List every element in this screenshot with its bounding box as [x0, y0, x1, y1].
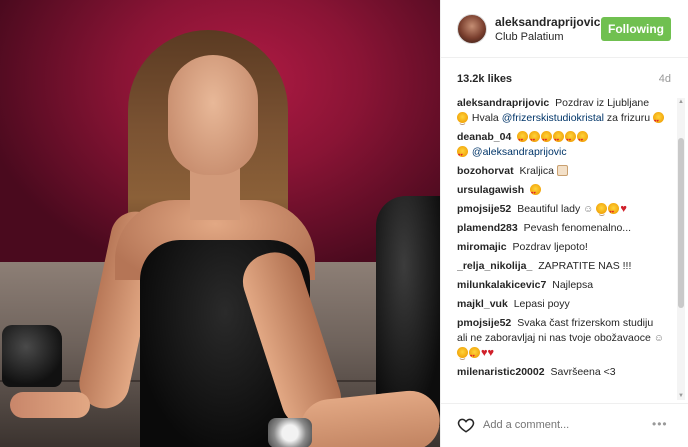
scroll-down-arrow-icon[interactable]: ▼	[677, 392, 685, 400]
heart-eyes-emoji-icon	[469, 347, 480, 363]
heart-icon: ♥	[620, 203, 627, 215]
comment-text: Hvala	[471, 112, 499, 124]
post-side-panel: aleksandraprijovic Club Palatium Followi…	[440, 0, 688, 447]
smiling-face-icon: ☺	[583, 204, 594, 215]
post-header: aleksandraprijovic Club Palatium Followi…	[441, 0, 688, 58]
heart-eyes-emoji-icon	[529, 131, 541, 147]
comment-author[interactable]: pmojsije52	[457, 317, 511, 329]
comment-author[interactable]: aleksandraprijovic	[457, 97, 549, 109]
comment-text: Savršeena <3	[550, 366, 616, 378]
photo-hand	[10, 392, 90, 418]
comment-item: majkl_vuk Lepasi poyy	[457, 297, 665, 312]
comment-item: plamend283 Pevash fenomenalno...	[457, 221, 665, 236]
comment-text: Pevash fenomenalno...	[523, 222, 632, 234]
comment-author[interactable]: milenaristic20002	[457, 366, 545, 378]
mention-link[interactable]: @frizerskistudiokristal	[502, 112, 604, 124]
heart-icon: ♥	[487, 347, 495, 359]
comment-text: za frizuru	[606, 112, 651, 124]
smiling-emoji-icon	[457, 347, 468, 365]
add-comment-input[interactable]	[483, 415, 643, 435]
winking-face-emoji-icon	[457, 112, 468, 130]
post-location[interactable]: Club Palatium	[495, 31, 563, 43]
post-photo[interactable]	[0, 0, 440, 447]
comment-author[interactable]: deanab_04	[457, 131, 511, 143]
comment-item: aleksandraprijovic Pozdrav iz Ljubljane …	[457, 96, 665, 130]
heart-outline-icon[interactable]	[457, 416, 475, 434]
heart-eyes-emoji-icon	[608, 203, 620, 219]
comment-item: milenaristic20002 Savršeena <3	[457, 365, 665, 380]
comment-item: ursulagawish	[457, 183, 665, 200]
comment-text: Kraljica	[519, 165, 554, 177]
comment-author[interactable]: plamend283	[457, 222, 518, 234]
mention-link[interactable]: @aleksandraprijovic	[472, 146, 567, 158]
comment-item: deanab_04 @aleksandraprijovic	[457, 130, 665, 162]
comment-text: Pozdrav iz Ljubljane	[555, 97, 650, 109]
comment-author[interactable]: majkl_vuk	[457, 298, 508, 310]
post-age[interactable]: 4d	[659, 73, 671, 85]
comment-author[interactable]: bozohorvat	[457, 165, 514, 177]
photo-watch	[268, 418, 312, 447]
avatar[interactable]	[457, 14, 487, 44]
comment-text: Najlepsa	[552, 279, 594, 291]
comment-author[interactable]: _relja_nikolija_	[457, 260, 532, 272]
heart-eyes-emoji-icon	[577, 131, 589, 147]
scroll-up-arrow-icon[interactable]: ▲	[677, 98, 685, 106]
crown-emoji-icon	[556, 165, 568, 176]
comments-scrollbar[interactable]: ▲ ▼	[677, 98, 685, 400]
heart-eyes-emoji-icon	[565, 131, 577, 147]
heart-eyes-emoji-icon	[541, 131, 553, 147]
photo-face	[168, 55, 258, 175]
comment-item: milunkalakicevic7 Najlepsa	[457, 278, 665, 293]
comment-item: _relja_nikolija_ ZAPRATITE NAS !!!	[457, 259, 665, 274]
comments-list: aleksandraprijovic Pozdrav iz Ljubljane …	[457, 96, 665, 400]
smiling-face-icon: ☺	[653, 333, 664, 344]
post-username[interactable]: aleksandraprijovic	[495, 15, 600, 29]
post-stats: 13.2k likes 4d	[441, 58, 688, 96]
comment-author[interactable]: miromajic	[457, 241, 507, 253]
smiling-emoji-icon	[596, 203, 608, 221]
comment-item: pmojsije52 Beautiful lady ☺ ♥	[457, 202, 665, 221]
comment-text: Beautiful lady	[517, 203, 581, 215]
heart-eyes-emoji-icon	[553, 131, 565, 147]
comment-author[interactable]: ursulagawish	[457, 184, 524, 196]
comment-text: ZAPRATITE NAS !!!	[538, 260, 632, 272]
heart-eyes-emoji-icon	[530, 184, 542, 200]
heart-eyes-emoji-icon	[653, 112, 664, 128]
scrollbar-thumb[interactable]	[678, 138, 684, 308]
heart-eyes-emoji-icon	[457, 146, 468, 162]
comment-item: bozohorvat Kraljica	[457, 164, 665, 179]
comment-author[interactable]: milunkalakicevic7	[457, 279, 546, 291]
comment-item: pmojsije52 Svaka čast frizerskom studiju…	[457, 316, 665, 365]
post-footer: •••	[441, 403, 688, 447]
comment-text: Pozdrav ljepoto!	[512, 241, 588, 253]
comment-item: miromajic Pozdrav ljepoto!	[457, 240, 665, 255]
comment-text: Lepasi poyy	[513, 298, 570, 310]
following-button[interactable]: Following	[601, 17, 671, 41]
comment-author[interactable]: pmojsije52	[457, 203, 511, 215]
more-options-icon[interactable]: •••	[652, 418, 672, 430]
heart-eyes-emoji-icon	[517, 131, 529, 147]
photo-handbag	[2, 325, 62, 387]
likes-count[interactable]: 13.2k likes	[457, 73, 512, 85]
